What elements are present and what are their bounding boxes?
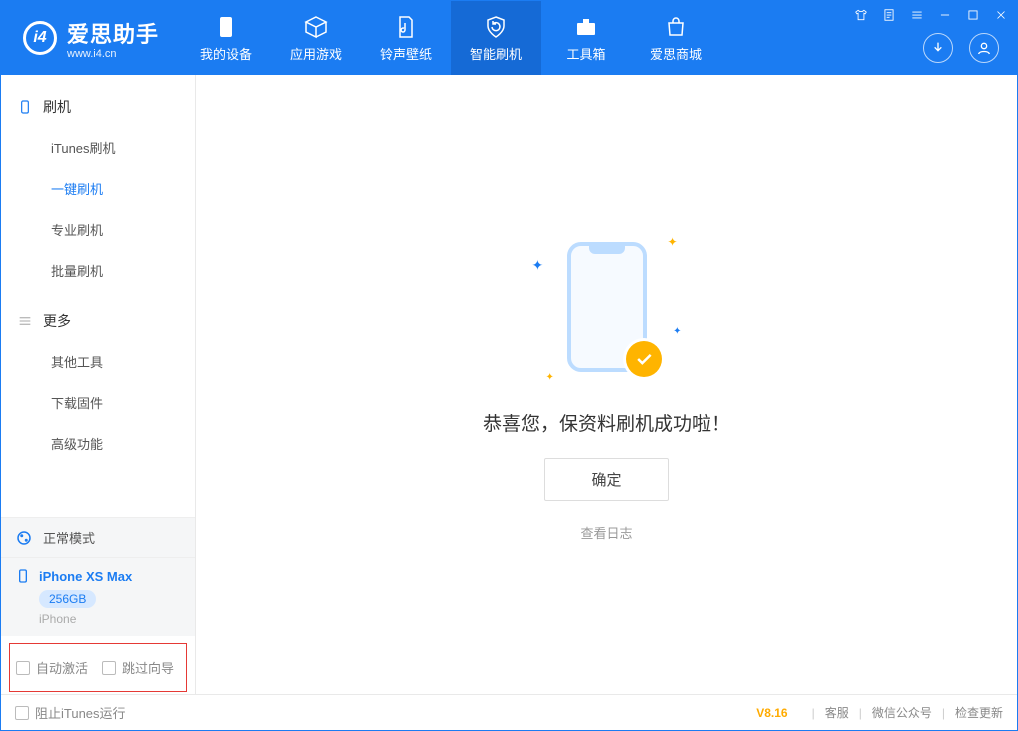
logo-subtitle: www.i4.cn [67,49,159,60]
support-link[interactable]: 客服 [825,704,849,721]
toolbox-icon [573,14,599,40]
sidebar-item-batch-flash[interactable]: 批量刷机 [1,250,195,291]
check-badge-icon [626,341,662,377]
download-button[interactable] [923,33,953,63]
wechat-link[interactable]: 微信公众号 [872,704,932,721]
shield-refresh-icon [483,14,509,40]
checkbox-auto-activate[interactable]: 自动激活 [16,658,88,677]
status-bar: 阻止iTunes运行 V8.16 | 客服 | 微信公众号 | 检查更新 [1,694,1017,730]
sparkle-icon: ✦ [673,326,681,337]
sparkle-icon: ✦ [546,372,554,383]
nav-label: 工具箱 [566,44,605,63]
checkbox-skip-wizard[interactable]: 跳过向导 [102,658,174,677]
success-illustration: ✦ ✦ ✦ ✦ [532,227,682,387]
sidebar-section-label: 更多 [43,311,71,331]
sidebar-item-firmware[interactable]: 下载固件 [1,382,195,423]
nav-my-device[interactable]: 我的设备 [181,1,271,75]
device-icon [17,99,33,115]
nav-label: 铃声壁纸 [380,44,432,63]
sidebar-item-onekey-flash[interactable]: 一键刷机 [1,168,195,209]
device-name-label: iPhone XS Max [39,569,132,584]
phone-icon [213,14,239,40]
checkbox-icon [15,706,29,720]
device-card[interactable]: iPhone XS Max 256GB iPhone [1,557,195,636]
cube-icon [303,14,329,40]
nav-toolbox[interactable]: 工具箱 [541,1,631,75]
minimize-button[interactable] [937,7,953,23]
maximize-button[interactable] [965,7,981,23]
view-log-link[interactable]: 查看日志 [580,523,632,542]
app-body: 刷机 iTunes刷机 一键刷机 专业刷机 批量刷机 更多 其他工具 下载固件 … [1,75,1017,694]
device-storage-badge: 256GB [39,590,96,608]
checkbox-block-itunes[interactable]: 阻止iTunes运行 [15,703,126,722]
version-label: V8.16 [756,706,787,720]
menu-icon[interactable] [909,7,925,23]
logo-title: 爱思助手 [67,17,159,49]
sidebar-section-more: 更多 [1,301,195,341]
sidebar-item-other-tools[interactable]: 其他工具 [1,341,195,382]
sidebar-item-itunes-flash[interactable]: iTunes刷机 [1,127,195,168]
logo-icon: i4 [23,21,57,55]
nav-label: 应用游戏 [290,44,342,63]
more-icon [17,313,33,329]
app-logo: i4 爱思助手 www.i4.cn [1,1,181,75]
sparkle-icon: ✦ [532,257,544,274]
nav-label: 智能刷机 [470,44,522,63]
device-mode-status[interactable]: 正常模式 [1,517,195,557]
sidebar-section-flash: 刷机 [1,87,195,127]
ok-button[interactable]: 确定 [544,458,668,501]
checkbox-label: 阻止iTunes运行 [35,703,126,722]
app-header: i4 爱思助手 www.i4.cn 我的设备 应用游戏 铃声壁纸 智能刷机 工具… [1,1,1017,75]
main-content: ✦ ✦ ✦ ✦ 恭喜您，保资料刷机成功啦！ 确定 查看日志 [196,75,1017,694]
check-update-link[interactable]: 检查更新 [955,704,1003,721]
sidebar: 刷机 iTunes刷机 一键刷机 专业刷机 批量刷机 更多 其他工具 下载固件 … [1,75,196,694]
checkbox-label: 跳过向导 [122,658,174,677]
music-file-icon [393,14,419,40]
phone-outline-icon [15,568,31,584]
flash-options-highlight: 自动激活 跳过向导 [9,643,187,692]
sparkle-icon: ✦ [667,235,677,249]
bag-icon [663,14,689,40]
nav-apps-games[interactable]: 应用游戏 [271,1,361,75]
note-icon[interactable] [881,7,897,23]
sync-icon [15,529,33,547]
nav-store[interactable]: 爱思商城 [631,1,721,75]
main-navigation: 我的设备 应用游戏 铃声壁纸 智能刷机 工具箱 爱思商城 [181,1,721,75]
sidebar-item-pro-flash[interactable]: 专业刷机 [1,209,195,250]
checkbox-label: 自动激活 [36,658,88,677]
nav-ringtones[interactable]: 铃声壁纸 [361,1,451,75]
checkbox-icon [16,661,30,675]
nav-label: 爱思商城 [650,44,702,63]
sidebar-section-label: 刷机 [43,97,71,117]
sidebar-bottom: 正常模式 iPhone XS Max 256GB iPhone 自动激活 跳过向… [1,517,195,694]
nav-smart-flash[interactable]: 智能刷机 [451,1,541,75]
checkbox-icon [102,661,116,675]
nav-label: 我的设备 [200,44,252,63]
close-button[interactable] [993,7,1009,23]
sidebar-item-advanced[interactable]: 高级功能 [1,423,195,464]
device-type-label: iPhone [39,612,181,626]
user-account-button[interactable] [969,33,999,63]
success-message: 恭喜您，保资料刷机成功啦！ [483,409,730,436]
device-mode-label: 正常模式 [43,528,95,547]
window-controls [853,7,1009,23]
shirt-icon[interactable] [853,7,869,23]
